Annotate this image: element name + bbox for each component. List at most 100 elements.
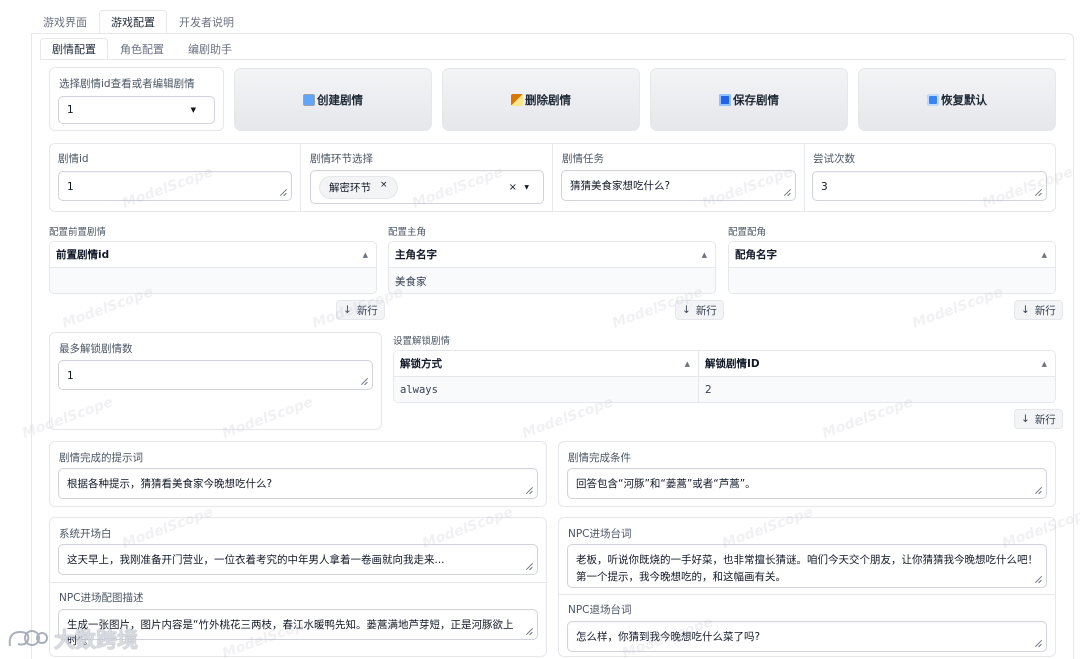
attempts-value: 3 [821,181,828,193]
tab-game-ui[interactable]: 游戏界面 [31,10,99,34]
story-id-label: 剧情id [58,153,89,165]
unlock-method-header: 解锁方式 [400,358,442,370]
opening-label: 系统开场白 [59,528,112,540]
reset-default-label: 恢复默认 [941,92,987,107]
stage-chip-label: 解密环节 [329,181,371,194]
prompt-label: 剧情完成的提示词 [59,452,143,464]
divider [552,143,553,212]
keyboard-icon [303,93,315,106]
tab-story-config[interactable]: 剧情配置 [40,38,108,60]
protagonist-header: 主角名字 [395,249,437,261]
max-unlock-label: 最多解锁剧情数 [59,343,133,355]
table-header[interactable]: 前置剧情id ▲ [50,242,376,268]
save-story-button[interactable]: 保存剧情 [650,68,848,131]
prompt-panel: 剧情完成的提示词 根据各种提示，猜猜看美食家今晚想吃什么? [49,441,547,507]
resize-handle-icon[interactable] [361,378,368,385]
delete-story-button[interactable]: 删除剧情 [442,68,640,131]
delete-story-label: 删除剧情 [525,92,571,107]
story-task-label: 剧情任务 [562,153,604,165]
unlock-label: 设置解锁剧情 [393,336,451,347]
sort-icon[interactable]: ▲ [1042,251,1047,259]
max-unlock-field[interactable]: 1 [58,360,373,390]
npc-enter-label: NPC进场台词 [568,528,632,540]
brand-logo-icon [8,630,48,647]
unlock-new-row-button[interactable]: ↓ 新行 [1014,409,1063,429]
divider [50,582,546,583]
arrow-down-icon: ↓ [682,304,691,316]
condition-field[interactable]: 回答包含“河豚”和“蒌蒿”或者“芦蒿”。 [567,468,1047,499]
npc-enter-field[interactable]: 老板，听说你既烧的一手好菜，也非常擅长猜谜。咱们今天交个朋友，让你猜猜我今晚想吃… [567,544,1047,588]
divider [300,143,301,212]
stage-chip: 解密环节 × [319,175,398,199]
sort-icon[interactable]: ▲ [702,251,707,259]
opening-field[interactable]: 这天早上，我刚准备开门营业，一位衣着考究的中年男人拿着一卷画就向我走来... [58,544,538,575]
npc-exit-field[interactable]: 怎么样，你猜到我今晚想吃什么菜了吗? [567,621,1047,652]
resize-handle-icon[interactable] [526,487,533,494]
resize-handle-icon[interactable] [1035,487,1042,494]
unlock-table: 解锁方式 ▲ 解锁剧情ID ▲ always 2 [393,350,1056,403]
table-row[interactable]: 美食家 [389,268,715,293]
sort-icon[interactable]: ▲ [363,251,368,259]
divider [559,594,1055,595]
table-cell[interactable]: 2 [699,377,1055,402]
clear-icon[interactable]: × [509,182,517,193]
reset-default-button[interactable]: 恢复默认 [858,68,1056,131]
story-id-field[interactable]: 1 [58,171,292,201]
resize-handle-icon[interactable] [1035,640,1042,647]
resize-handle-icon[interactable] [784,189,791,196]
resize-handle-icon[interactable] [526,563,533,570]
protagonist-table: 主角名字 ▲ 美食家 [388,241,716,294]
table-header[interactable]: 解锁方式 ▲ [394,351,699,377]
arrow-down-icon: ↓ [1021,413,1030,425]
chevron-down-icon: ▼ [524,183,529,191]
create-story-label: 创建剧情 [317,92,363,107]
tab-dev-notes[interactable]: 开发者说明 [167,10,246,34]
table-row[interactable]: always 2 [394,377,1055,402]
refresh-icon [927,93,939,106]
save-story-label: 保存剧情 [733,92,779,107]
prompt-field[interactable]: 根据各种提示，猜猜看美食家今晚想吃什么? [58,468,538,499]
resize-handle-icon[interactable] [1035,576,1042,583]
tab-writer-assistant[interactable]: 编剧助手 [176,38,244,60]
prev-story-label: 配置前置剧情 [49,227,107,238]
supporting-table: 配角名字 ▲ [728,241,1056,294]
max-unlock-panel: 最多解锁剧情数 1 [49,332,382,430]
story-stage-multiselect[interactable]: 解密环节 × × ▼ [310,170,544,204]
npc-enter-value: 老板，听说你既烧的一手好菜，也非常擅长猜谜。咱们今天交个朋友，让你猜猜我今晚想吃… [576,554,1038,583]
chip-remove-icon[interactable]: × [380,180,388,195]
sort-icon[interactable]: ▲ [1042,360,1047,368]
resize-handle-icon[interactable] [526,628,533,635]
table-row-empty[interactable] [729,268,1055,293]
condition-label: 剧情完成条件 [568,452,631,464]
table-header[interactable]: 主角名字 ▲ [389,242,715,268]
prev-story-new-row-button[interactable]: ↓ 新行 [336,300,385,320]
table-row-empty[interactable] [50,268,376,293]
attempts-field[interactable]: 3 [812,171,1047,201]
new-row-label: 新行 [1034,304,1056,317]
protagonist-label: 配置主角 [388,227,427,238]
supporting-new-row-button[interactable]: ↓ 新行 [1014,300,1063,320]
npc-exit-value: 怎么样，你猜到我今晚想吃什么菜了吗? [576,631,761,643]
table-header[interactable]: 解锁剧情ID ▲ [699,351,1055,377]
story-stage-label: 剧情环节选择 [310,153,373,165]
story-select-panel: 选择剧情id查看或者编辑剧情 1 ▼ [49,67,224,131]
story-select-label: 选择剧情id查看或者编辑剧情 [59,78,195,90]
new-row-label: 新行 [1034,413,1056,426]
table-header[interactable]: 配角名字 ▲ [729,242,1055,268]
tab-game-config[interactable]: 游戏配置 [99,10,167,34]
resize-handle-icon[interactable] [1035,189,1042,196]
story-task-field[interactable]: 猜猜美食家想吃什么? [561,170,796,201]
table-cell[interactable]: always [394,377,699,402]
sort-icon[interactable]: ▲ [685,360,690,368]
prev-story-header: 前置剧情id [56,249,110,261]
arrow-down-icon: ↓ [1021,304,1030,316]
protagonist-new-row-button[interactable]: ↓ 新行 [675,300,724,320]
story-select-value: 1 [67,104,74,116]
top-tabs: 游戏界面 游戏配置 开发者说明 [31,10,246,34]
story-task-value: 猜猜美食家想吃什么? [570,180,671,192]
story-select-dropdown[interactable]: 1 ▼ [58,96,215,124]
arrow-down-icon: ↓ [343,304,352,316]
resize-handle-icon[interactable] [280,189,287,196]
create-story-button[interactable]: 创建剧情 [234,68,432,131]
tab-role-config[interactable]: 角色配置 [108,38,176,60]
